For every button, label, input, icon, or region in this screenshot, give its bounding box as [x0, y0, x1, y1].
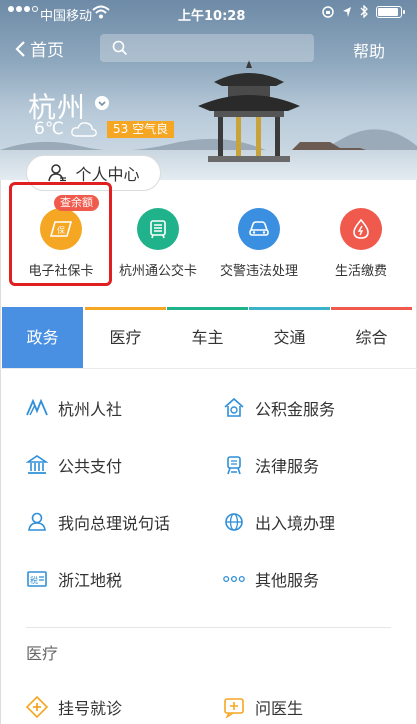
tab-car-owner[interactable]: 车主 — [167, 307, 248, 368]
car-icon — [238, 208, 280, 250]
carrier-name: 中国移动 — [40, 9, 93, 24]
cloud-icon — [71, 122, 97, 137]
public-payment-icon — [26, 454, 48, 476]
tab-label: 综合 — [355, 328, 388, 347]
chevron-down-icon[interactable] — [95, 96, 109, 110]
nav-bar: 首页 帮助 — [0, 30, 417, 66]
quick-item-label: 杭州通公交卡 — [118, 264, 197, 279]
service-other[interactable]: 其他服务 — [223, 567, 319, 591]
bus-card-icon — [137, 208, 179, 250]
more-dots-icon — [223, 568, 245, 590]
quick-item-traffic-violation[interactable]: 交警违法处理 — [207, 208, 311, 279]
chevron-left-icon — [15, 40, 25, 57]
service-label: 法律服务 — [255, 457, 320, 476]
search-icon — [112, 40, 128, 56]
tab-general[interactable]: 综合 — [331, 307, 412, 368]
service-ask-doctor[interactable]: 问医生 — [223, 695, 303, 719]
user-icon — [48, 164, 67, 182]
utility-drop-icon — [340, 208, 382, 250]
service-zhejiang-tax[interactable]: 税 浙江地税 — [26, 567, 122, 591]
service-label: 问医生 — [255, 699, 304, 718]
tab-color-bar — [249, 307, 330, 310]
tax-icon: 税 — [26, 568, 48, 590]
service-registration[interactable]: 挂号就诊 — [26, 695, 122, 719]
back-label: 首页 — [30, 41, 64, 61]
quick-item-label: 生活缴费 — [334, 264, 387, 279]
service-hangzhou-hr[interactable]: 杭州人社 — [26, 396, 122, 420]
hero-banner: 中国移动 上午10:28 首页 帮助 杭州 6℃ 53 空气良 — [0, 0, 417, 180]
tab-color-bar — [331, 307, 412, 310]
hr-icon — [26, 397, 48, 419]
help-button[interactable]: 帮助 — [353, 38, 385, 62]
legal-icon — [223, 454, 245, 476]
tab-medical[interactable]: 医疗 — [85, 307, 166, 368]
globe-icon — [223, 511, 245, 533]
signal-strength-icon — [8, 6, 38, 12]
tab-label: 医疗 — [109, 328, 142, 347]
bluetooth-icon — [360, 5, 368, 18]
location-arrow-icon — [343, 6, 351, 17]
wifi-icon — [92, 5, 110, 19]
tab-transport[interactable]: 交通 — [249, 307, 330, 368]
housing-fund-icon — [223, 397, 245, 419]
tab-label: 车主 — [191, 328, 224, 347]
service-label: 公积金服务 — [255, 400, 336, 419]
quick-item-label: 交警违法处理 — [219, 264, 298, 279]
quick-item-bus-card[interactable]: 杭州通公交卡 — [106, 208, 210, 279]
quick-item-utility-payment[interactable]: 生活缴费 — [309, 208, 413, 279]
service-exit-entry[interactable]: 出入境办理 — [223, 510, 335, 534]
section-divider — [26, 627, 391, 628]
tab-color-bar — [2, 307, 83, 310]
tab-color-bar — [167, 307, 248, 310]
medical-section-title: 医疗 — [26, 644, 59, 663]
air-quality-badge: 53 空气良 — [107, 121, 175, 138]
temperature: 6℃ — [34, 119, 64, 139]
tab-color-bar — [85, 307, 166, 310]
battery-icon — [376, 5, 405, 18]
service-label: 我向总理说句话 — [58, 514, 171, 533]
tab-label: 政务 — [26, 328, 59, 347]
service-label: 杭州人社 — [58, 400, 123, 419]
service-label: 公共支付 — [58, 457, 123, 476]
service-label: 挂号就诊 — [58, 699, 123, 718]
service-label: 出入境办理 — [255, 514, 336, 533]
service-legal[interactable]: 法律服务 — [223, 453, 319, 477]
status-bar: 中国移动 上午10:28 — [0, 0, 417, 26]
service-public-payment[interactable]: 公共支付 — [26, 453, 122, 477]
search-input[interactable] — [100, 34, 314, 62]
clock: 上午10:28 — [178, 9, 246, 24]
pavilion-image — [198, 60, 300, 162]
service-label: 浙江地税 — [58, 571, 123, 590]
premier-message-icon — [26, 511, 48, 533]
tab-label: 交通 — [273, 328, 306, 347]
registration-icon — [26, 696, 48, 718]
back-button[interactable]: 首页 — [14, 36, 64, 61]
ask-doctor-icon — [223, 696, 245, 718]
service-label: 其他服务 — [255, 571, 320, 590]
svg-text:税: 税 — [30, 575, 38, 585]
service-housing-fund[interactable]: 公积金服务 — [223, 396, 335, 420]
category-tabs: 政务 医疗 车主 交通 综合 — [0, 307, 417, 369]
service-premier-message[interactable]: 我向总理说句话 — [26, 510, 170, 534]
rotation-lock-icon — [322, 5, 334, 18]
check-balance-badge[interactable]: 查余额 — [54, 195, 99, 211]
tab-government[interactable]: 政务 — [2, 307, 83, 368]
